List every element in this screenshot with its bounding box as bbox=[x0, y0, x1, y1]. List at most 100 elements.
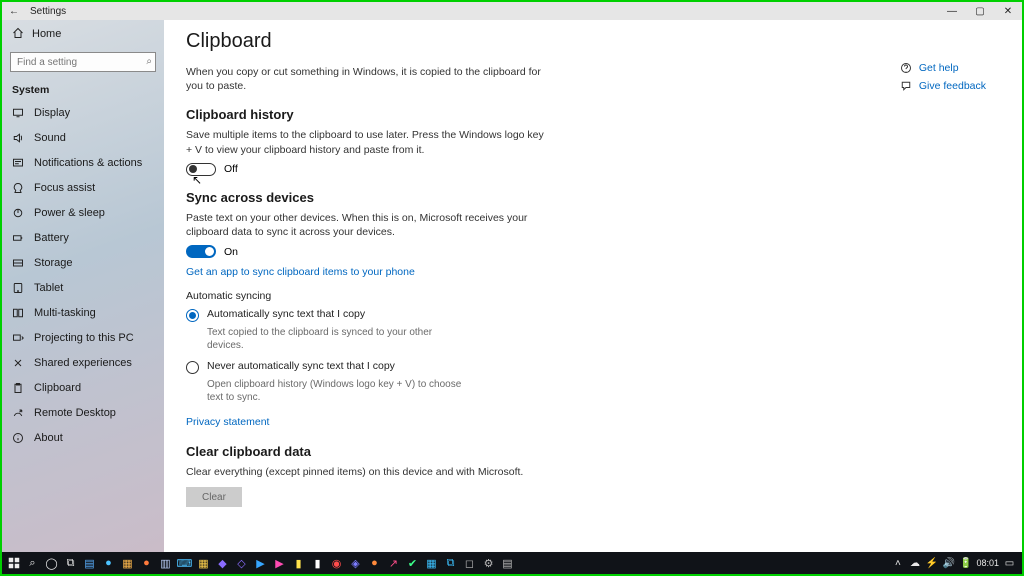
clear-heading: Clear clipboard data bbox=[186, 444, 546, 459]
pinned-app-21[interactable]: ◻ bbox=[460, 554, 479, 572]
pinned-app-6[interactable]: ⌨ bbox=[175, 554, 194, 572]
pinned-app-1[interactable]: ▤ bbox=[80, 554, 99, 572]
search-icon: ⌕ bbox=[146, 56, 152, 67]
pinned-app-11[interactable]: ▶ bbox=[270, 554, 289, 572]
power-icon bbox=[12, 207, 24, 219]
display-icon bbox=[12, 107, 24, 119]
nav-home-label: Home bbox=[32, 28, 61, 40]
pinned-app-17[interactable]: ↗ bbox=[384, 554, 403, 572]
nav-item-project[interactable]: Projecting to this PC bbox=[2, 325, 164, 350]
nav-item-label: Display bbox=[34, 107, 70, 119]
nav-item-focus[interactable]: Focus assist bbox=[2, 175, 164, 200]
tray-battery-icon[interactable]: 🔋 bbox=[959, 558, 972, 569]
pinned-app-8[interactable]: ◆ bbox=[213, 554, 232, 572]
home-icon bbox=[12, 27, 24, 42]
main-content: Clipboard Get help Give feedback When yo… bbox=[164, 20, 1022, 552]
pinned-app-9[interactable]: ◇ bbox=[232, 554, 251, 572]
nav-item-display[interactable]: Display bbox=[2, 100, 164, 125]
pinned-app-14[interactable]: ◉ bbox=[327, 554, 346, 572]
radio-never-sync[interactable]: Never automatically sync text that I cop… bbox=[186, 360, 546, 374]
nav-item-multitask[interactable]: Multi-tasking bbox=[2, 300, 164, 325]
pinned-app-2[interactable]: ● bbox=[99, 554, 118, 572]
nav-item-notifications[interactable]: Notifications & actions bbox=[2, 150, 164, 175]
nav-item-shared[interactable]: Shared experiences bbox=[2, 350, 164, 375]
multitask-icon bbox=[12, 307, 24, 319]
nav-item-tablet[interactable]: Tablet bbox=[2, 275, 164, 300]
pinned-app-16[interactable]: ● bbox=[365, 554, 384, 572]
auto-sync-label: Automatic syncing bbox=[186, 290, 546, 302]
remote-icon bbox=[12, 407, 24, 419]
tray-cloud-icon[interactable]: ☁ bbox=[908, 558, 921, 569]
task-view-icon[interactable]: ⧉ bbox=[61, 554, 80, 572]
tray-chevron-icon[interactable]: ˄ bbox=[891, 558, 904, 569]
pinned-app-5[interactable]: ▥ bbox=[156, 554, 175, 572]
category-header: System bbox=[2, 78, 164, 100]
maximize-button[interactable]: ▢ bbox=[966, 6, 994, 17]
titlebar: ← Settings ― ▢ ✕ bbox=[2, 2, 1022, 20]
pinned-app-3[interactable]: ▦ bbox=[118, 554, 137, 572]
nav-item-label: Clipboard bbox=[34, 382, 81, 394]
system-tray[interactable]: ˄ ☁ ⚡ 🔊 🔋 08:01 ▭ bbox=[891, 558, 1020, 569]
nav-item-battery[interactable]: Battery bbox=[2, 225, 164, 250]
nav-item-label: Power & sleep bbox=[34, 207, 105, 219]
clipboard-icon bbox=[12, 382, 24, 394]
feedback-icon bbox=[900, 80, 912, 92]
taskbar[interactable]: ⌕ ◯ ⧉ ▤ ● ▦ ● ▥ ⌨ ▦ ◆ ◇ ▶ ▶ ▮ ▮ ◉ ◈ ● ↗ … bbox=[2, 552, 1022, 574]
pinned-app-22[interactable]: ⚙ bbox=[479, 554, 498, 572]
start-button[interactable] bbox=[4, 554, 23, 572]
pinned-app-7[interactable]: ▦ bbox=[194, 554, 213, 572]
nav-item-label: About bbox=[34, 432, 63, 444]
close-button[interactable]: ✕ bbox=[994, 6, 1022, 17]
about-icon bbox=[12, 432, 24, 444]
aside-links: Get help Give feedback bbox=[900, 62, 986, 98]
pinned-app-19[interactable]: ▦ bbox=[422, 554, 441, 572]
nav-item-clipboard[interactable]: Clipboard bbox=[2, 375, 164, 400]
pinned-app-10[interactable]: ▶ bbox=[251, 554, 270, 572]
pinned-app-15[interactable]: ◈ bbox=[346, 554, 365, 572]
pinned-app-12[interactable]: ▮ bbox=[289, 554, 308, 572]
notifications-icon bbox=[12, 157, 24, 169]
tray-clock[interactable]: 08:01 bbox=[976, 558, 999, 568]
help-icon bbox=[900, 62, 912, 74]
back-button[interactable]: ← bbox=[2, 6, 26, 17]
sync-toggle[interactable] bbox=[186, 245, 216, 258]
nav-item-power[interactable]: Power & sleep bbox=[2, 200, 164, 225]
nav-item-label: Storage bbox=[34, 257, 73, 269]
history-toggle[interactable] bbox=[186, 163, 216, 176]
clear-button[interactable]: Clear bbox=[186, 487, 242, 507]
sync-app-link[interactable]: Get an app to sync clipboard items to yo… bbox=[186, 266, 415, 278]
give-feedback-link[interactable]: Give feedback bbox=[919, 80, 986, 92]
nav-home[interactable]: Home bbox=[2, 20, 164, 48]
nav-item-label: Notifications & actions bbox=[34, 157, 142, 169]
minimize-button[interactable]: ― bbox=[938, 6, 966, 17]
search-taskbar-icon[interactable]: ⌕ bbox=[23, 554, 42, 572]
nav-item-label: Focus assist bbox=[34, 182, 95, 194]
cortana-icon[interactable]: ◯ bbox=[42, 554, 61, 572]
pinned-app-4[interactable]: ● bbox=[137, 554, 156, 572]
radio-auto-sync[interactable]: Automatically sync text that I copy bbox=[186, 308, 546, 322]
nav-item-remote[interactable]: Remote Desktop bbox=[2, 400, 164, 425]
pinned-app-20[interactable]: ⧉ bbox=[441, 554, 460, 572]
clear-desc: Clear everything (except pinned items) o… bbox=[186, 465, 546, 479]
pinned-app-23[interactable]: ▤ bbox=[498, 554, 517, 572]
tray-notifications-icon[interactable]: ▭ bbox=[1003, 558, 1016, 569]
battery-icon bbox=[12, 232, 24, 244]
get-help-link[interactable]: Get help bbox=[919, 62, 959, 74]
pinned-app-18[interactable]: ✔ bbox=[403, 554, 422, 572]
sync-heading: Sync across devices bbox=[186, 190, 546, 205]
sound-icon bbox=[12, 132, 24, 144]
nav-item-sound[interactable]: Sound bbox=[2, 125, 164, 150]
tray-volume-icon[interactable]: 🔊 bbox=[942, 558, 955, 569]
tray-wifi-icon[interactable]: ⚡ bbox=[925, 558, 938, 569]
privacy-link[interactable]: Privacy statement bbox=[186, 416, 269, 428]
nav-item-label: Multi-tasking bbox=[34, 307, 96, 319]
radio-never-sync-hint: Open clipboard history (Windows logo key… bbox=[207, 378, 467, 404]
nav-item-label: Remote Desktop bbox=[34, 407, 116, 419]
storage-icon bbox=[12, 257, 24, 269]
history-desc: Save multiple items to the clipboard to … bbox=[186, 128, 546, 156]
pinned-app-13[interactable]: ▮ bbox=[308, 554, 327, 572]
nav-item-storage[interactable]: Storage bbox=[2, 250, 164, 275]
history-toggle-label: Off bbox=[224, 163, 238, 175]
nav-item-about[interactable]: About bbox=[2, 425, 164, 450]
search-input[interactable] bbox=[10, 52, 156, 72]
